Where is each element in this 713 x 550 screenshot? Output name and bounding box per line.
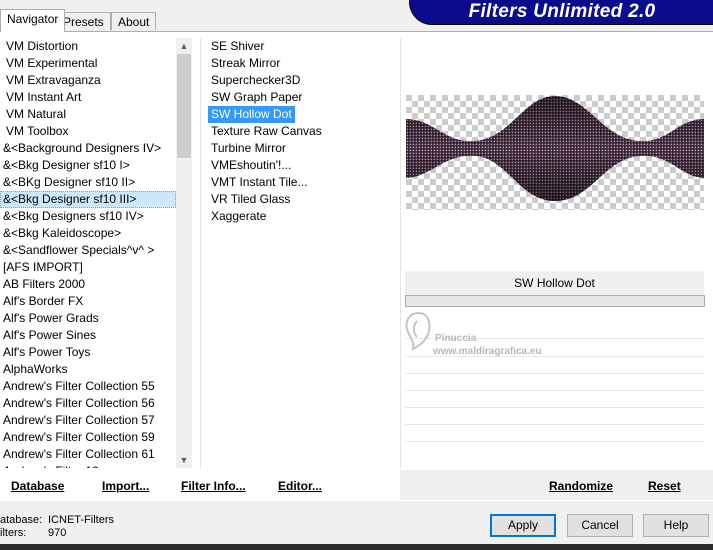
help-button[interactable]: Help (643, 514, 709, 537)
database-value: ICNET-Filters (48, 514, 114, 526)
filter-item[interactable]: Streak Mirror (208, 55, 398, 72)
category-item[interactable]: [AFS IMPORT] (0, 259, 176, 276)
filter-preview (406, 95, 704, 210)
category-item[interactable]: VM Extravaganza (0, 72, 176, 89)
list-divider (200, 38, 201, 468)
filters-count-label: ilters: (0, 527, 27, 539)
database-link[interactable]: Database (11, 479, 64, 493)
randomize-link[interactable]: Randomize (549, 479, 613, 493)
category-item[interactable]: VM Toolbox (0, 123, 176, 140)
editor-link[interactable]: Editor... (278, 479, 322, 493)
watermark-url: www.maldiragrafica.eu (433, 346, 542, 357)
category-item[interactable]: AB Filters 2000 (0, 276, 176, 293)
selected-filter-title: SW Hollow Dot (405, 271, 704, 295)
category-scrollbar[interactable]: ▲ ▼ (176, 38, 192, 468)
category-item[interactable]: Alf's Power Grads (0, 310, 176, 327)
category-item[interactable]: &<Bkg Designer sf10 I> (0, 157, 176, 174)
category-item[interactable]: Andrew's Filter Collection 61 (0, 446, 176, 463)
filter-item[interactable]: Xaggerate (208, 208, 398, 225)
filter-item[interactable]: SW Hollow Dot (208, 106, 295, 123)
host-app-menubar (0, 544, 713, 550)
tab-about[interactable]: About (111, 12, 157, 30)
category-item[interactable]: &<Bkg Designer sf10 III> (0, 191, 176, 208)
filter-item[interactable]: VMEshoutin'!... (208, 157, 398, 174)
category-list[interactable]: VM Distortion VM Experimental VM Extravaga… (0, 38, 176, 468)
category-item[interactable]: VM Experimental (0, 55, 176, 72)
parameter-slider[interactable] (405, 295, 705, 307)
category-item[interactable]: Alf's Power Toys (0, 344, 176, 361)
filter-item[interactable]: Superchecker3D (208, 72, 398, 89)
category-item[interactable]: &<Background Designers IV> (0, 140, 176, 157)
category-item[interactable]: &<BKg Designer sf10 II> (0, 174, 176, 191)
category-item[interactable]: Alf's Power Sines (0, 327, 176, 344)
filter-item[interactable]: VR Tiled Glass (208, 191, 398, 208)
filter-item[interactable]: Texture Raw Canvas (208, 123, 398, 140)
parameter-row (405, 441, 704, 442)
parameter-row (405, 390, 704, 391)
filter-item[interactable]: VMT Instant Tile... (208, 174, 398, 191)
category-item[interactable]: Alf's Border FX (0, 293, 176, 310)
category-item[interactable]: AlphaWorks (0, 361, 176, 378)
category-item[interactable]: Andrew's Filter Collection 55 (0, 378, 176, 395)
apply-button[interactable]: Apply (490, 514, 556, 537)
database-label: atabase: (0, 514, 43, 526)
tab-navigator[interactable]: Navigator (0, 9, 66, 32)
filter-info-link[interactable]: Filter Info... (181, 479, 246, 493)
category-item[interactable]: Andrew's Filter Collection 56 (0, 395, 176, 412)
preview-divider (400, 38, 401, 468)
category-item[interactable]: VM Instant Art (0, 89, 176, 106)
category-item[interactable]: Andrew's Filter 10 (0, 463, 176, 468)
watermark-logo-icon (401, 311, 437, 354)
category-item[interactable]: &<Sandflower Specials^v^ > (0, 242, 176, 259)
parameter-row (405, 424, 704, 425)
scroll-thumb[interactable] (177, 54, 191, 158)
cancel-button[interactable]: Cancel (567, 514, 633, 537)
parameter-row (405, 373, 704, 374)
filter-item[interactable]: SW Graph Paper (208, 89, 398, 106)
filter-list[interactable]: SE Shiver Streak Mirror Superchecker3D SW G… (208, 38, 398, 225)
reset-link[interactable]: Reset (648, 479, 681, 493)
filter-item[interactable]: Turbine Mirror (208, 140, 398, 157)
category-item[interactable]: VM Natural (0, 106, 176, 123)
category-item[interactable]: Andrew's Filter Collection 59 (0, 429, 176, 446)
category-item[interactable]: Andrew's Filter Collection 57 (0, 412, 176, 429)
scroll-up-arrow-icon[interactable]: ▲ (176, 38, 192, 54)
filters-count-value: 970 (48, 527, 67, 539)
category-item[interactable]: VM Distortion (0, 38, 176, 55)
category-item[interactable]: &<Bkg Kaleidoscope> (0, 225, 176, 242)
import-link[interactable]: Import... (102, 479, 149, 493)
scroll-down-arrow-icon[interactable]: ▼ (176, 452, 192, 468)
app-title: Filters Unlimited 2.0 (468, 1, 656, 22)
filter-item[interactable]: SE Shiver (208, 38, 398, 55)
watermark-name: Pinuccia (435, 333, 477, 344)
category-item[interactable]: &<Bkg Designers sf10 IV> (0, 208, 176, 225)
parameter-row (405, 407, 704, 408)
